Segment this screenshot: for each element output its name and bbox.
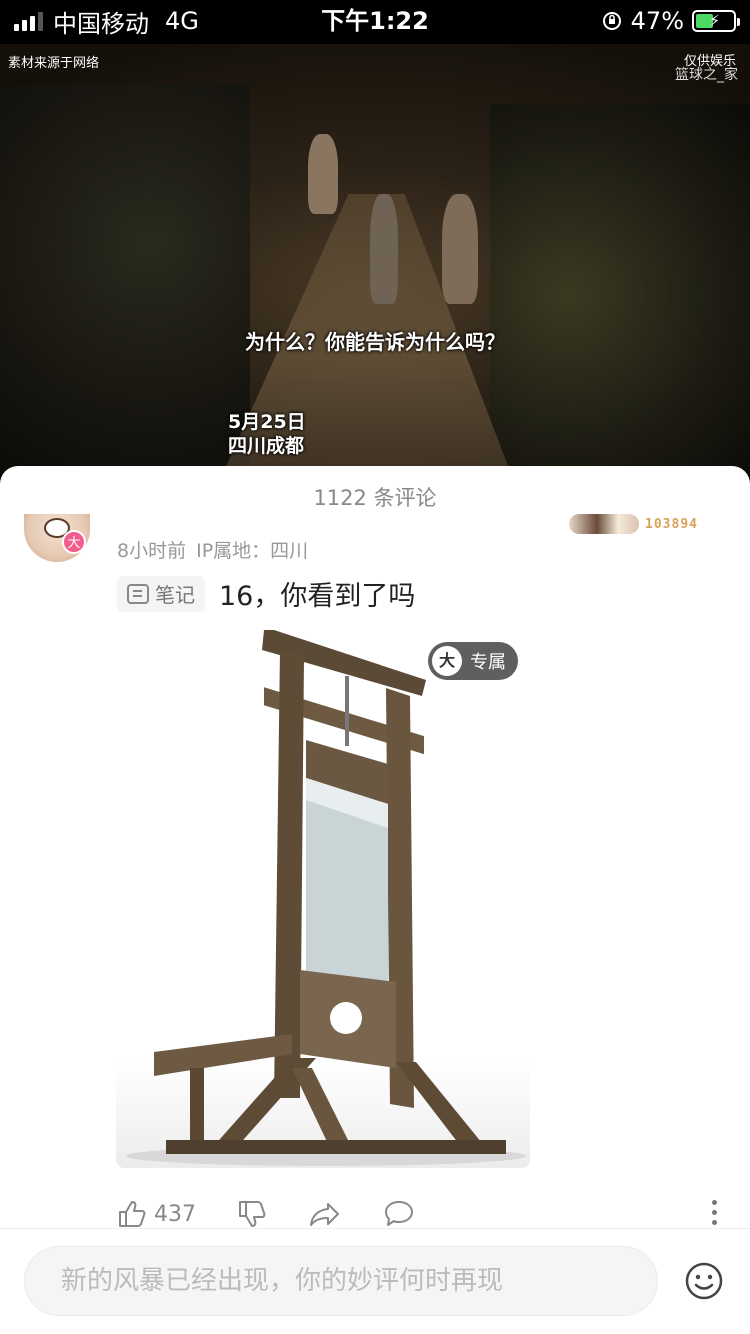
comment-time: 8小时前 [117, 540, 187, 562]
rotation-lock-icon [602, 12, 621, 30]
video-watermark-channel: 篮球之_家 [675, 67, 738, 83]
note-icon [127, 583, 149, 604]
like-count: 437 [154, 1201, 196, 1227]
dislike-button[interactable] [236, 1198, 268, 1230]
video-figure [308, 134, 338, 214]
comment-input[interactable] [25, 1247, 657, 1315]
reply-button[interactable] [382, 1198, 416, 1230]
comment-input-container[interactable] [24, 1246, 658, 1316]
exclusive-badge: 大 专属 [428, 642, 518, 680]
share-button[interactable] [308, 1198, 342, 1230]
exclusive-badge-icon: 大 [432, 646, 462, 676]
comment-meta: 8小时前 IP属地：四川 [117, 536, 308, 563]
fan-rank-number: 103894 [645, 516, 698, 532]
share-icon [310, 1203, 339, 1226]
video-caption-date: 5月25日 [228, 411, 306, 433]
note-tag[interactable]: 笔记 [117, 575, 205, 612]
video-caption: 5月25日 四川成都 [228, 410, 306, 458]
battery-percent: 47% [630, 7, 684, 35]
comment-body: 笔记 16，你看到了吗 [117, 574, 415, 613]
comment-ip-location: IP属地：四川 [196, 540, 309, 562]
comment-image[interactable] [116, 628, 530, 1168]
more-options-icon[interactable] [712, 1200, 718, 1230]
divider [0, 1228, 750, 1229]
status-right: 47% ⚡ [601, 6, 740, 36]
status-bar: 中国移动 4G 下午1:22 47% ⚡ [0, 0, 750, 44]
like-button[interactable]: 437 [116, 1198, 196, 1230]
guillotine-image [126, 630, 526, 1166]
exclusive-badge-label: 专属 [470, 652, 506, 673]
fan-rank-badge[interactable]: 103894 [569, 514, 698, 534]
emoji-icon[interactable] [684, 1261, 724, 1301]
video-scene-left [0, 84, 250, 484]
thumbs-down-icon [239, 1201, 266, 1227]
avatar-badge: 大 [62, 530, 86, 554]
comment-count-title: 1122 条评论 [313, 486, 437, 510]
thumbs-up-icon [119, 1201, 146, 1227]
comment-bubble-icon [385, 1201, 413, 1226]
fan-badge-decoration [569, 514, 640, 534]
video-watermark-source: 素材来源于网络 [8, 56, 100, 71]
comment-text: 16，你看到了吗 [219, 581, 416, 612]
comment-sheet: 1122 条评论 大 8小时前 IP属地：四川 103894 笔记 16，你看到… [0, 466, 750, 1334]
video-player[interactable]: 素材来源于网络 仅供娱乐 篮球之_家 为什么？你能告诉为什么吗？ 5月25日 四… [0, 44, 750, 484]
video-scene-right [490, 104, 750, 484]
battery-icon: ⚡ [692, 10, 740, 32]
video-figure [370, 194, 398, 304]
video-subtitle: 为什么？你能告诉为什么吗？ [245, 330, 505, 354]
note-tag-label: 笔记 [155, 583, 195, 607]
video-caption-place: 四川成都 [228, 435, 305, 457]
video-figure [442, 194, 478, 304]
